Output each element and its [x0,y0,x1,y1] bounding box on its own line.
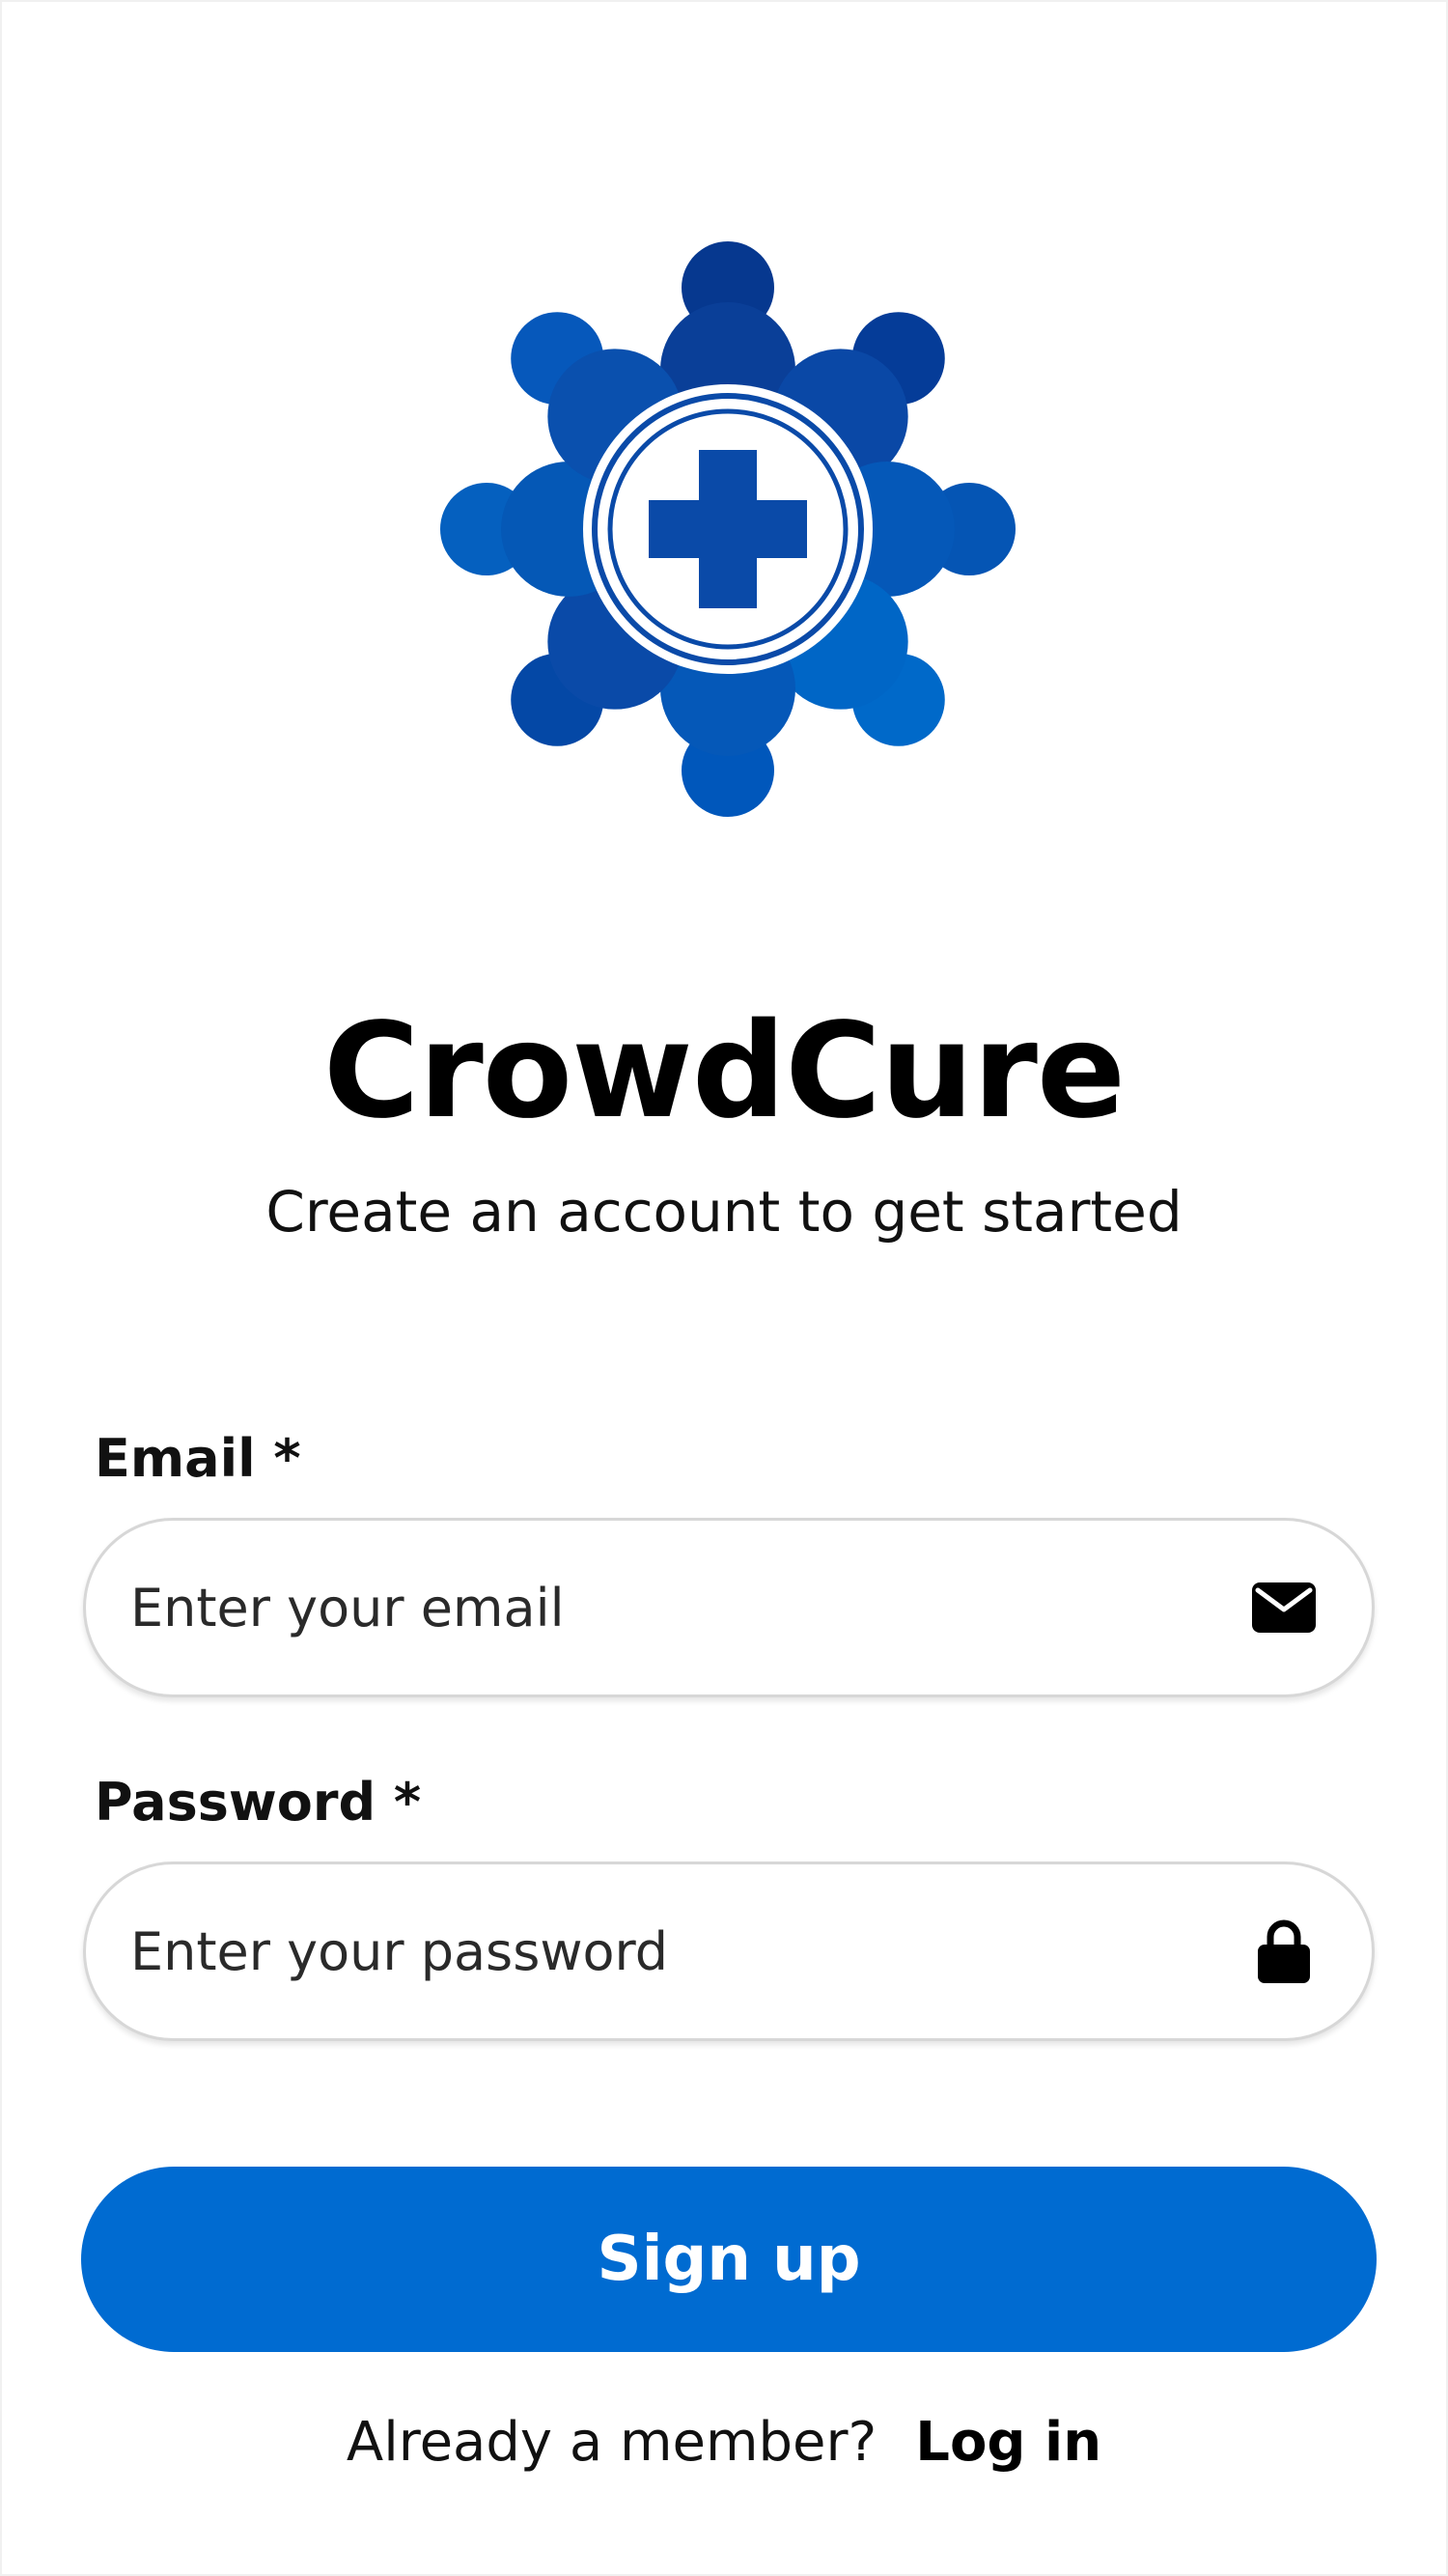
password-input[interactable] [130,1864,1173,2038]
page-subtitle: Create an account to get started [265,1179,1183,1245]
password-field-container[interactable] [83,1862,1375,2041]
login-prompt: Already a member? Log in [2,2416,1446,2470]
signup-screen: CrowdCure Create an account to get start… [0,0,1448,2576]
crowdcure-logo [440,241,1016,817]
email-label: Email * [95,1428,301,1489]
already-member-text: Already a member? [346,2411,877,2474]
password-label: Password * [95,1772,422,1833]
sign-up-button[interactable]: Sign up [81,2167,1377,2352]
envelope-icon [1250,1574,1318,1641]
email-field-container[interactable] [83,1518,1375,1697]
lock-icon [1250,1918,1318,1985]
email-input[interactable] [130,1521,1173,1694]
log-in-link[interactable]: Log in [915,2411,1101,2474]
app-title: CrowdCure [322,995,1126,1148]
